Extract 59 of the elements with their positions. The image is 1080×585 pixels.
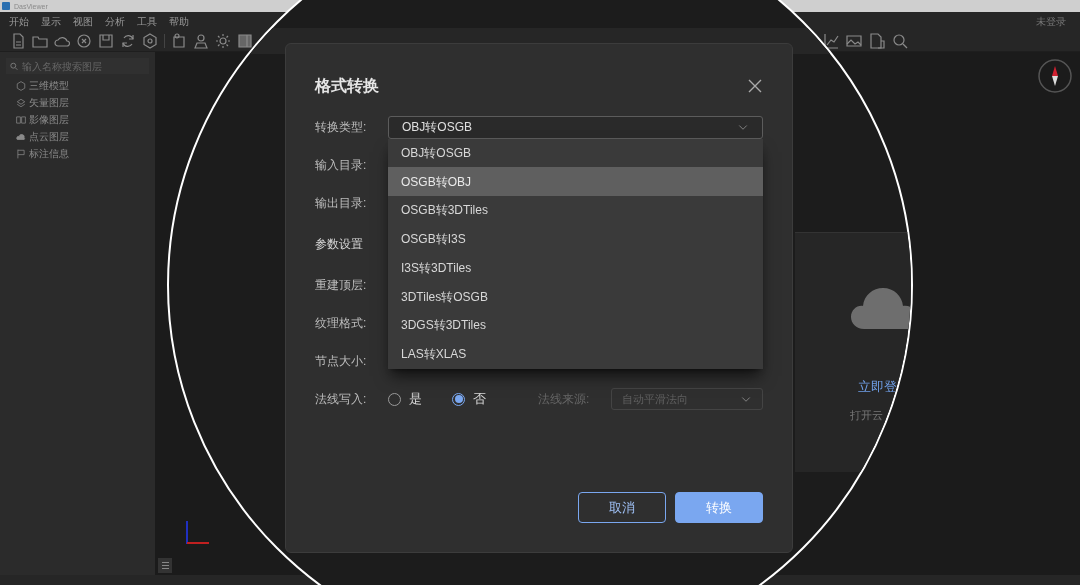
axis-icon	[183, 519, 211, 547]
person-icon[interactable]	[193, 32, 209, 49]
menu-item[interactable]: 分析	[105, 13, 125, 29]
dropdown-option[interactable]: I3S转3DTiles	[388, 253, 763, 283]
layer-item[interactable]: 点云图层	[29, 129, 69, 144]
section-heading: 参数设置	[315, 236, 363, 253]
book-icon	[16, 114, 26, 125]
radio-label: 是	[409, 390, 422, 409]
layers-toggle-button[interactable]	[158, 558, 172, 573]
login-link[interactable]: 立即登	[858, 377, 897, 397]
layers-icon	[16, 97, 26, 108]
field-label: 输入目录:	[315, 157, 368, 174]
app-logo-icon	[2, 2, 10, 10]
close-icon[interactable]	[748, 79, 762, 93]
menu-item[interactable]: 显示	[41, 13, 61, 29]
image-icon[interactable]	[846, 32, 862, 49]
radio-label: 否	[473, 390, 486, 409]
dropdown-option[interactable]: LAS转XLAS	[388, 339, 763, 369]
model-icon[interactable]	[171, 32, 187, 49]
cloud-icon	[850, 285, 911, 331]
dropdown-option[interactable]: 3DGS转3DTiles	[388, 311, 763, 340]
field-label: 法线写入:	[315, 391, 368, 408]
field-label: 重建顶层:	[315, 277, 368, 294]
layer-item[interactable]: 三维模型	[29, 78, 69, 93]
refresh-icon[interactable]	[120, 32, 136, 49]
cloud-hint: 打开云	[850, 407, 883, 423]
cloud-icon	[16, 131, 26, 142]
flag-icon	[16, 148, 26, 159]
cancel-button[interactable]: 取消	[578, 492, 666, 523]
search-icon[interactable]	[892, 32, 908, 49]
settings-icon[interactable]	[142, 32, 158, 49]
file-icon[interactable]	[869, 32, 885, 49]
menu-item[interactable]: 开始	[9, 13, 29, 29]
new-file-icon[interactable]	[10, 32, 26, 49]
dropdown-option[interactable]: OSGB转3DTiles	[388, 196, 763, 225]
layer-item[interactable]: 矢量图层	[29, 95, 69, 110]
dropdown-option[interactable]: OSGB转I3S	[388, 224, 763, 254]
field-label: 节点大小:	[315, 353, 368, 370]
compass-icon	[1037, 58, 1073, 94]
dropdown-option[interactable]: OBJ转OSGB	[388, 138, 763, 168]
field-label: 转换类型:	[315, 119, 368, 136]
menu-item[interactable]: 帮助	[169, 13, 189, 29]
dropdown-option[interactable]: OSGB转OBJ	[388, 167, 763, 196]
sun-icon[interactable]	[215, 32, 231, 49]
field-label: 纹理格式:	[315, 315, 368, 332]
menu-item[interactable]: 视图	[73, 13, 93, 29]
layer-item[interactable]: 影像图层	[29, 112, 69, 127]
cube-icon	[16, 80, 26, 91]
save-icon[interactable]	[98, 32, 114, 49]
layer-item[interactable]: 标注信息	[29, 146, 69, 161]
close-circle-icon[interactable]	[76, 32, 92, 49]
login-status[interactable]: 未登录	[1036, 13, 1066, 29]
menu-item[interactable]: 工具	[137, 13, 157, 29]
field-label: 输出目录:	[315, 195, 368, 212]
chart-icon[interactable]	[823, 32, 839, 49]
dialog-title: 格式转换	[315, 76, 379, 96]
panel-icon[interactable]	[237, 32, 253, 49]
search-icon	[10, 61, 19, 71]
dropdown-option[interactable]: 3DTiles转OSGB	[388, 282, 763, 311]
